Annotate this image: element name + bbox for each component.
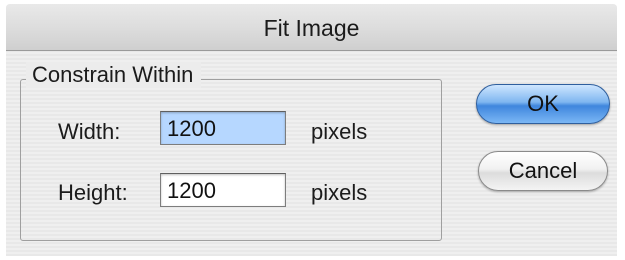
title-bar[interactable]: Fit Image: [6, 4, 617, 51]
dialog-title: Fit Image: [263, 15, 360, 41]
group-label: Constrain Within: [26, 62, 202, 88]
constrain-within-group: [20, 79, 442, 241]
width-input[interactable]: 1200: [160, 111, 286, 145]
width-unit: pixels: [311, 119, 368, 144]
fit-image-dialog: Fit Image Constrain Within Width: 1200 p…: [6, 4, 617, 256]
ok-button[interactable]: OK: [476, 84, 610, 124]
height-input[interactable]: 1200: [160, 173, 286, 207]
cancel-button[interactable]: Cancel: [478, 151, 608, 191]
width-label: Width:: [58, 119, 121, 144]
height-label: Height:: [58, 180, 128, 205]
height-unit: pixels: [311, 180, 368, 205]
